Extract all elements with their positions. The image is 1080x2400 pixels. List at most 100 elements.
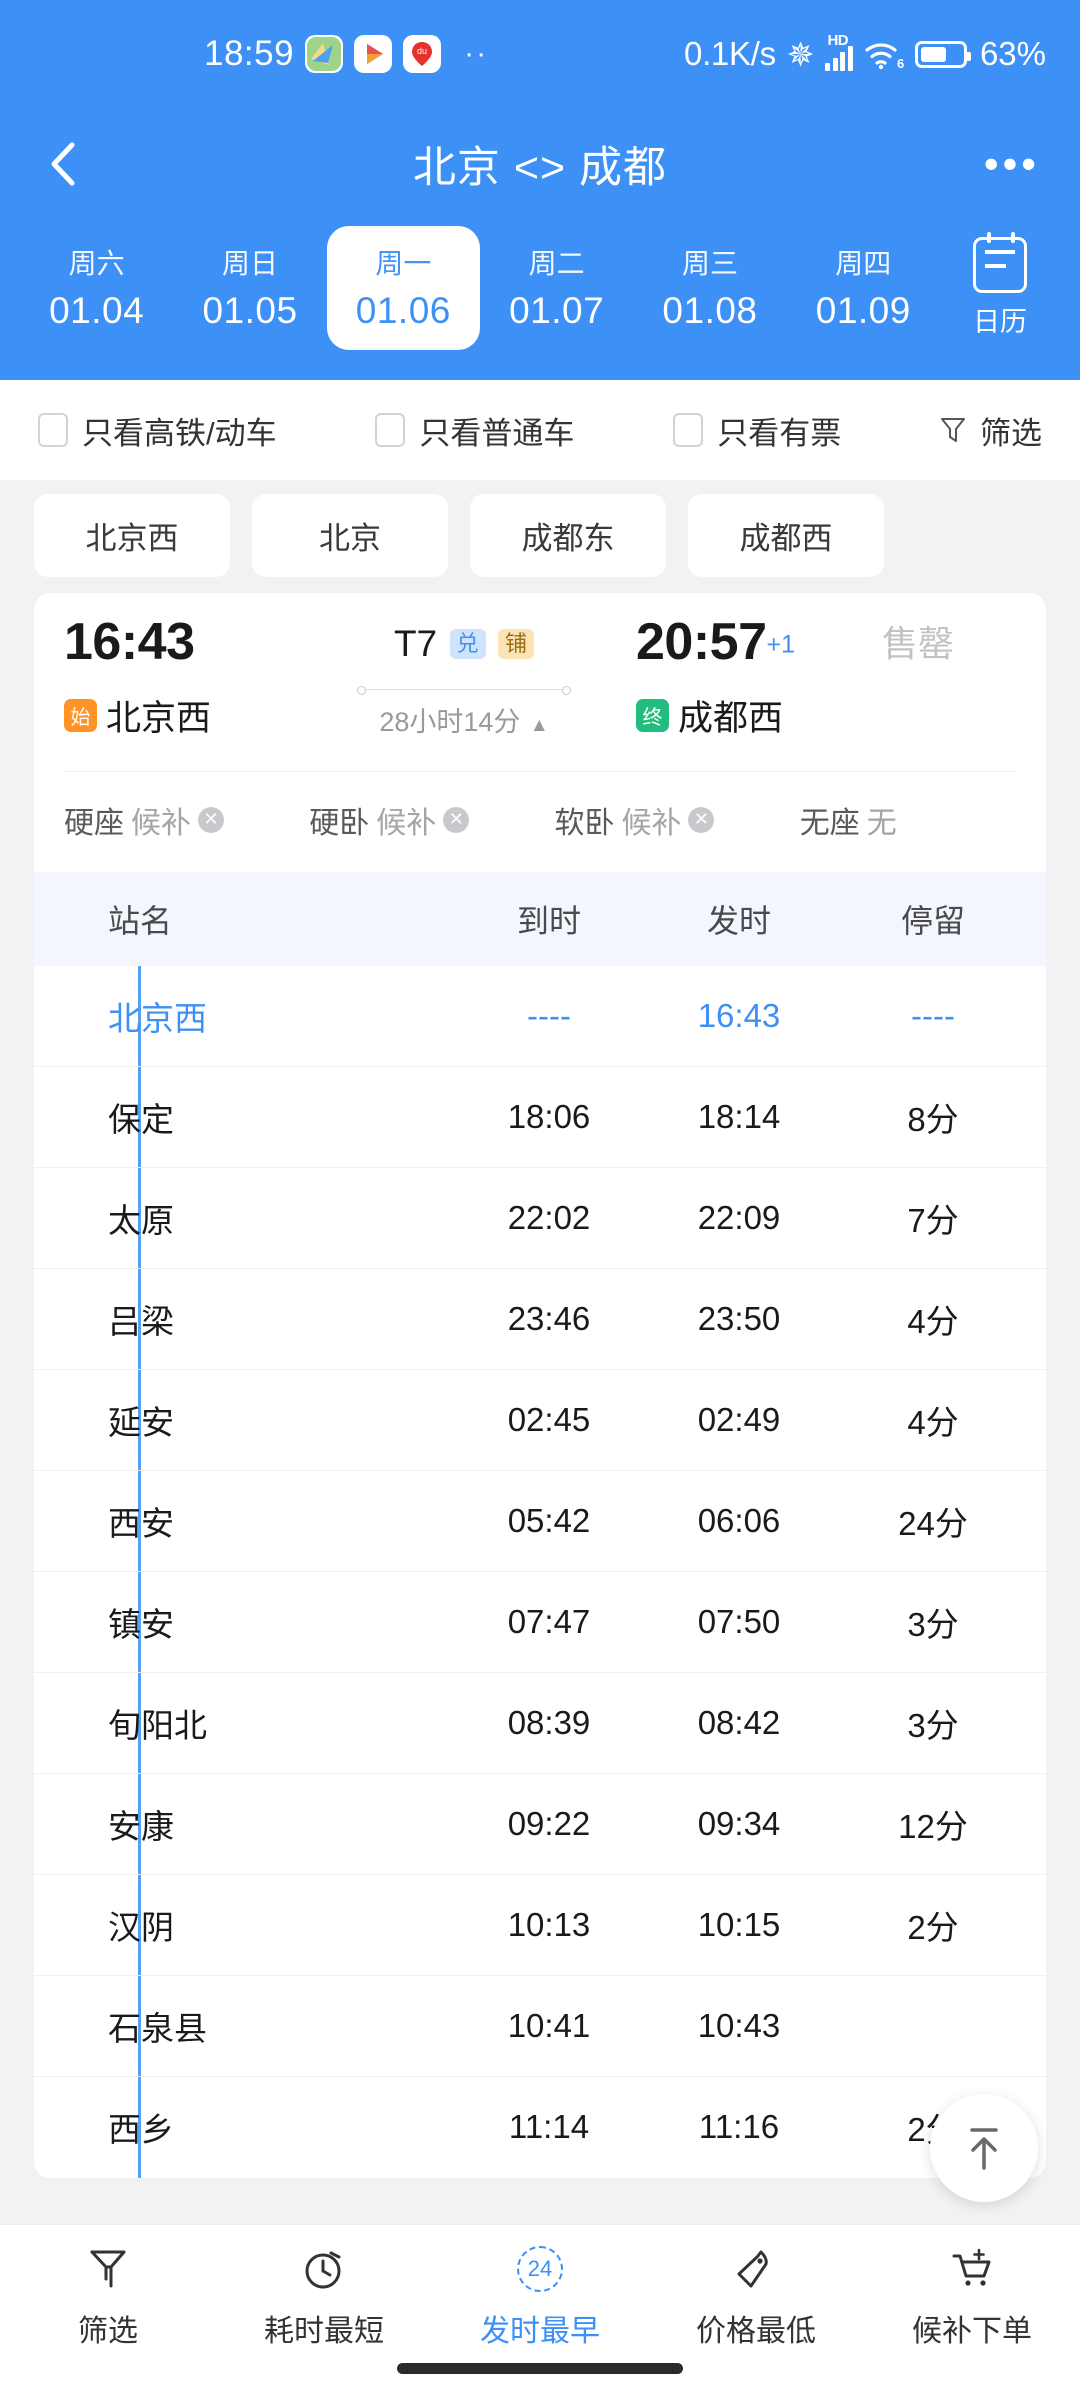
stops-list: 北京西 ---- 16:43 ---- 保定 18:06 18:14 8分 太原… <box>34 965 1046 2178</box>
bottom-nav-label: 候补下单 <box>912 2315 1032 2348</box>
stop-stay: 4分 <box>907 1403 959 1441</box>
stop-stay: 3分 <box>907 1706 959 1744</box>
date-tab-dow: 周一 <box>375 248 432 279</box>
depart-station-name: 北京西 <box>106 698 212 738</box>
close-icon[interactable]: ✕ <box>688 806 715 833</box>
date-tab-4[interactable]: 周三 01.08 <box>633 226 786 350</box>
train-card[interactable]: 16:43 始 北京西 T7 兑 铺 28小时14分 ▲ 20:57+1 终 成… <box>34 593 1046 872</box>
scroll-to-top-button[interactable] <box>930 2094 1038 2202</box>
bottom-nav-shortest[interactable]: 耗时最短 <box>216 2243 432 2350</box>
stop-name: 西安 <box>108 1504 174 1542</box>
table-row[interactable]: 安康 09:22 09:34 12分 <box>34 1774 1046 1875</box>
status-more-dots: ·· <box>464 37 489 70</box>
table-row[interactable]: 延安 02:45 02:49 4分 <box>34 1370 1046 1471</box>
wifi-icon: 6 <box>864 38 904 70</box>
price-tag-icon <box>733 2243 779 2295</box>
filter-checkbox-normal[interactable]: 只看普通车 <box>375 408 574 453</box>
battery-percent-text: 63% <box>979 35 1046 72</box>
close-icon[interactable]: ✕ <box>198 806 224 833</box>
bottom-nav-cheapest[interactable]: 价格最低 <box>648 2243 864 2350</box>
stop-arrive: 09:22 <box>507 1804 591 1842</box>
checkbox-icon[interactable] <box>673 413 704 447</box>
stop-stay: 2分 <box>907 1908 959 1946</box>
date-tab-0[interactable]: 周六 01.04 <box>20 226 173 350</box>
column-header-depart: 发时 <box>706 902 771 939</box>
stop-arrive: 10:13 <box>507 1905 591 1943</box>
app-root: 18:59 du ·· 0.1K/s ✵ HD 6 63% 北京 <> 成都 •… <box>0 0 1080 2400</box>
table-row[interactable]: 太原 22:02 22:09 7分 <box>34 1168 1046 1269</box>
table-row[interactable]: 西乡 11:14 11:16 2分 <box>34 2077 1046 2178</box>
stop-depart: 10:43 <box>697 2006 781 2044</box>
more-options-icon[interactable]: ••• <box>984 143 1040 185</box>
stop-depart: 22:09 <box>697 1198 781 1236</box>
date-tab-3[interactable]: 周二 01.07 <box>480 226 633 350</box>
seat-hardsleeper[interactable]: 硬卧 候补 ✕ <box>309 798 470 842</box>
seat-name: 硬座 <box>64 806 124 840</box>
table-row[interactable]: 吕梁 23:46 23:50 4分 <box>34 1269 1046 1370</box>
table-row[interactable]: 西安 05:42 06:06 24分 <box>34 1471 1046 1572</box>
table-row[interactable]: 北京西 ---- 16:43 ---- <box>34 966 1046 1067</box>
seat-name: 硬卧 <box>309 806 370 840</box>
checkbox-icon[interactable] <box>375 413 406 447</box>
arrive-day-offset: +1 <box>766 630 796 659</box>
back-button[interactable] <box>40 141 86 187</box>
calendar-button[interactable]: 日历 <box>940 232 1060 339</box>
stop-depart: 02:49 <box>697 1400 781 1438</box>
home-indicator <box>397 2363 683 2374</box>
arrive-station-name: 成都西 <box>678 698 784 738</box>
table-row[interactable]: 石泉县 10:41 10:43 <box>34 1976 1046 2077</box>
stop-name: 汉阴 <box>108 1908 174 1946</box>
train-arrive-block: 20:57+1 终 成都西 <box>614 615 1016 741</box>
arrive-time: 20:57 <box>636 613 767 671</box>
stops-table-header: 站名 到时 发时 停留 <box>34 871 1046 966</box>
station-chip-3[interactable]: 成都西 <box>688 494 884 577</box>
svg-text:du: du <box>417 46 427 56</box>
status-bar-left: 18:59 du ·· <box>34 34 684 74</box>
filter-button[interactable]: 筛选 <box>940 408 1042 453</box>
chevron-up-icon[interactable]: ▲ <box>530 715 549 736</box>
stop-name: 保定 <box>108 1100 174 1138</box>
stop-stay: 8分 <box>907 1100 959 1138</box>
table-row[interactable]: 旬阳北 08:39 08:42 3分 <box>34 1673 1046 1774</box>
start-station-badge: 始 <box>64 698 97 732</box>
close-icon[interactable]: ✕ <box>443 806 470 833</box>
seat-softsleeper[interactable]: 软卧 候补 ✕ <box>554 798 715 842</box>
station-chip-1[interactable]: 北京 <box>252 494 448 577</box>
stop-arrive: ---- <box>527 996 571 1034</box>
calendar-icon <box>972 232 1027 293</box>
stop-stay: 24分 <box>898 1504 968 1542</box>
badge-24: 24 <box>517 2246 563 2292</box>
duration-row[interactable]: 28小时14分 ▲ <box>314 700 614 739</box>
date-tab-2-selected[interactable]: 周一 01.06 <box>326 226 480 350</box>
signal-bars-icon: HD <box>825 32 853 71</box>
status-bar: 18:59 du ·· 0.1K/s ✵ HD 6 63% <box>0 0 1080 108</box>
hd-label: HD <box>827 32 849 49</box>
seat-state: 无 <box>866 806 897 840</box>
arrive-station-line: 终 成都西 <box>636 690 1016 741</box>
stop-name: 安康 <box>108 1807 174 1845</box>
bottom-nav-waitlist-order[interactable]: 候补下单 <box>864 2243 1080 2350</box>
column-header-arrive: 到时 <box>516 902 581 939</box>
date-tab-5[interactable]: 周四 01.09 <box>787 226 940 350</box>
funnel-icon <box>87 2243 129 2295</box>
table-row[interactable]: 保定 18:06 18:14 8分 <box>34 1067 1046 1168</box>
train-card-top: 16:43 始 北京西 T7 兑 铺 28小时14分 ▲ 20:57+1 终 成… <box>64 615 1016 741</box>
date-strip: 周六 01.04 周日 01.05 周一 01.06 周二 01.07 周三 0… <box>0 220 1080 380</box>
date-tab-dow: 周日 <box>221 248 278 279</box>
stop-depart: 07:50 <box>697 1602 781 1640</box>
status-clock: 18:59 <box>204 34 295 73</box>
checkbox-icon[interactable] <box>38 413 68 447</box>
seat-standing[interactable]: 无座 无 <box>800 798 897 842</box>
filter-checkbox-available[interactable]: 只看有票 <box>673 408 841 453</box>
bottom-nav-filter[interactable]: 筛选 <box>0 2243 216 2350</box>
bottom-nav-earliest[interactable]: 24 发时最早 <box>432 2243 648 2350</box>
table-row[interactable]: 汉阴 10:13 10:15 2分 <box>34 1875 1046 1976</box>
station-chip-0[interactable]: 北京西 <box>34 494 230 577</box>
station-chip-2[interactable]: 成都东 <box>470 494 666 577</box>
seat-hardseat[interactable]: 硬座 候补 ✕ <box>64 798 224 842</box>
stop-name: 镇安 <box>108 1605 174 1643</box>
date-tab-date: 01.04 <box>49 290 145 331</box>
table-row[interactable]: 镇安 07:47 07:50 3分 <box>34 1572 1046 1673</box>
date-tab-1[interactable]: 周日 01.05 <box>173 226 326 350</box>
filter-checkbox-highspeed[interactable]: 只看高铁/动车 <box>38 408 277 453</box>
